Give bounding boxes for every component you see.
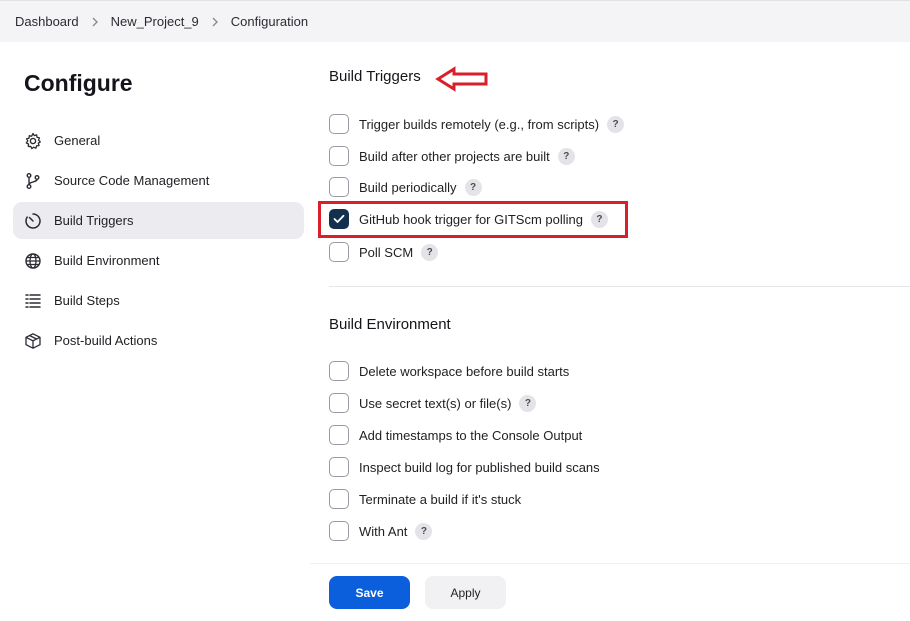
sidebar-item-source-code-management[interactable]: Source Code Management: [13, 162, 304, 199]
option-label: Build after other projects are built: [359, 148, 550, 164]
help-icon[interactable]: ?: [464, 178, 482, 196]
secret-text-checkbox[interactable]: [329, 393, 349, 413]
delete-workspace-checkbox[interactable]: [329, 361, 349, 381]
gear-icon: [24, 132, 42, 150]
trigger-remotely-option: Trigger builds remotely (e.g., from scri…: [329, 113, 625, 135]
inspect-build-log-checkbox[interactable]: [329, 457, 349, 477]
sidebar-item-build-environment[interactable]: Build Environment: [13, 242, 304, 279]
with-ant-option: With Ant ?: [329, 520, 433, 542]
trigger-remotely-checkbox[interactable]: [329, 114, 349, 134]
sidebar-item-post-build-actions[interactable]: Post-build Actions: [13, 322, 304, 359]
annotation-arrow-icon: [435, 66, 488, 92]
option-label: With Ant: [359, 523, 408, 539]
sidebar-item-label: Build Environment: [54, 253, 160, 268]
breadcrumb-configuration[interactable]: Configuration: [231, 14, 308, 29]
help-icon[interactable]: ?: [415, 522, 433, 540]
option-label: Build periodically: [359, 179, 457, 195]
terminate-stuck-build-option: Terminate a build if it's stuck: [329, 488, 521, 510]
save-button[interactable]: Save: [329, 576, 410, 609]
help-icon[interactable]: ?: [557, 147, 575, 165]
sidebar-item-label: Build Triggers: [54, 213, 134, 228]
with-ant-checkbox[interactable]: [329, 521, 349, 541]
secret-text-option: Use secret text(s) or file(s) ?: [329, 392, 537, 414]
option-label: Inspect build log for published build sc…: [359, 459, 600, 475]
sidebar: General Source Code Management Build Tri…: [13, 122, 304, 362]
option-label: Add timestamps to the Console Output: [359, 427, 583, 443]
help-icon[interactable]: ?: [519, 394, 537, 412]
sidebar-item-build-steps[interactable]: Build Steps: [13, 282, 304, 319]
help-icon[interactable]: ?: [607, 115, 625, 133]
build-periodically-option: Build periodically ?: [329, 176, 482, 198]
sidebar-item-label: Build Steps: [54, 293, 120, 308]
option-label: Trigger builds remotely (e.g., from scri…: [359, 116, 600, 132]
build-environment-heading: Build Environment: [329, 316, 451, 333]
chevron-right-icon: [211, 17, 219, 27]
chevron-right-icon: [91, 17, 99, 27]
list-icon: [24, 292, 42, 310]
help-icon[interactable]: ?: [421, 243, 439, 261]
package-icon: [24, 332, 42, 350]
sidebar-item-label: Source Code Management: [54, 173, 210, 188]
build-after-other-projects-option: Build after other projects are built ?: [329, 145, 575, 167]
option-label: Terminate a build if it's stuck: [359, 491, 522, 507]
sidebar-item-label: Post-build Actions: [54, 333, 158, 348]
build-after-other-projects-checkbox[interactable]: [329, 146, 349, 166]
page-title: Configure: [24, 70, 133, 96]
apply-button[interactable]: Apply: [425, 576, 506, 609]
breadcrumb: Dashboard New_Project_9 Configuration: [0, 0, 910, 42]
option-label: Delete workspace before build starts: [359, 363, 570, 379]
option-label: Poll SCM: [359, 244, 414, 260]
sidebar-item-build-triggers[interactable]: Build Triggers: [13, 202, 304, 239]
breadcrumb-dashboard[interactable]: Dashboard: [15, 14, 79, 29]
sidebar-item-general[interactable]: General: [13, 122, 304, 159]
timestamps-checkbox[interactable]: [329, 425, 349, 445]
timer-icon: [24, 212, 42, 230]
sidebar-item-label: General: [54, 133, 101, 148]
delete-workspace-option: Delete workspace before build starts: [329, 360, 569, 382]
globe-icon: [24, 252, 42, 270]
terminate-stuck-build-checkbox[interactable]: [329, 489, 349, 509]
branch-icon: [24, 172, 42, 190]
option-label: Use secret text(s) or file(s): [359, 395, 512, 411]
poll-scm-checkbox[interactable]: [329, 242, 349, 262]
timestamps-option: Add timestamps to the Console Output: [329, 424, 582, 446]
inspect-build-log-option: Inspect build log for published build sc…: [329, 456, 600, 478]
build-periodically-checkbox[interactable]: [329, 177, 349, 197]
annotation-highlight-box: [318, 201, 628, 238]
build-triggers-heading: Build Triggers: [329, 68, 421, 85]
poll-scm-option: Poll SCM ?: [329, 241, 439, 263]
section-divider: [329, 286, 910, 287]
breadcrumb-project[interactable]: New_Project_9: [111, 14, 199, 29]
